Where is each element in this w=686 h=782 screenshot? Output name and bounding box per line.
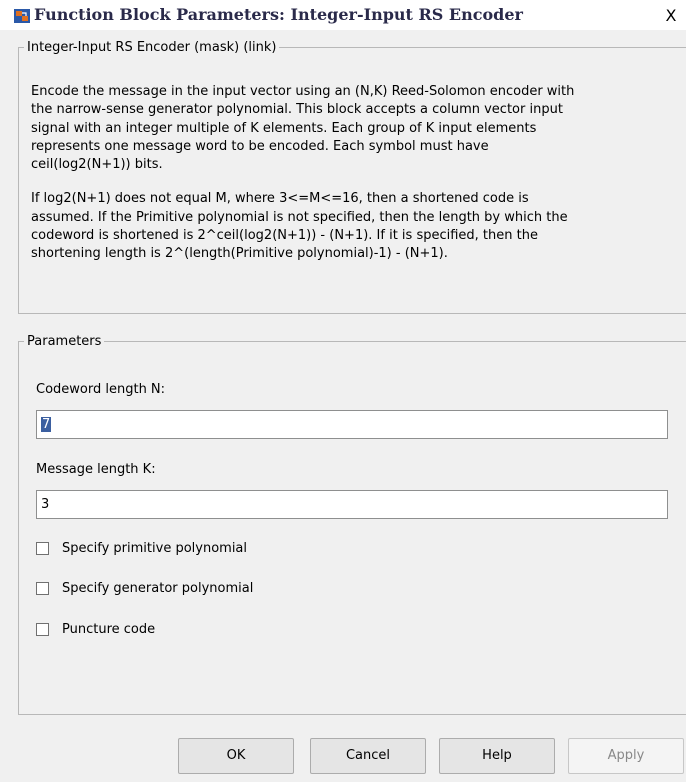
description-line: If log2(N+1) does not equal M, where 3<=… <box>31 191 529 207</box>
codeword-length-input[interactable]: 7 <box>36 410 668 439</box>
description-paragraph-1: Encode the message in the input vector u… <box>31 83 681 174</box>
close-icon: X <box>665 6 677 25</box>
window-title: Function Block Parameters: Integer-Input… <box>34 5 523 24</box>
message-length-label: Message length K: <box>36 462 156 477</box>
description-legend: Integer-Input RS Encoder (mask) (link) <box>27 40 277 55</box>
description-text: Encode the message in the input vector u… <box>31 83 681 280</box>
message-length-value: 3 <box>41 497 50 512</box>
codeword-length-label: Codeword length N: <box>36 382 166 397</box>
description-line: codeword is shortened is 2^ceil(log2(N+1… <box>31 228 538 244</box>
checkbox-icon <box>36 582 49 595</box>
apply-button[interactable]: Apply <box>568 738 684 774</box>
message-length-input[interactable]: 3 <box>36 490 668 519</box>
cancel-button[interactable]: Cancel <box>310 738 426 774</box>
description-paragraph-2: If log2(N+1) does not equal M, where 3<=… <box>31 190 681 263</box>
close-button[interactable]: X <box>660 6 682 26</box>
codeword-length-value: 7 <box>41 417 52 432</box>
description-line: signal with an integer multiple of K ele… <box>31 120 537 136</box>
description-panel: Integer-Input RS Encoder (mask) (link) E… <box>18 40 686 314</box>
description-line: assumed. If the Primitive polynomial is … <box>31 209 568 225</box>
description-line: Encode the message in the input vector u… <box>31 84 575 99</box>
dialog-window: Function Block Parameters: Integer-Input… <box>0 0 686 782</box>
checkbox-label: Specify primitive polynomial <box>62 541 248 556</box>
simulink-block-icon <box>14 9 30 23</box>
checkbox-label: Puncture code <box>62 622 156 637</box>
help-button[interactable]: Help <box>439 738 555 774</box>
description-line: ceil(log2(N+1)) bits. <box>31 157 163 173</box>
checkbox-icon <box>36 623 49 636</box>
description-line: shortening length is 2^(length(Primitive… <box>31 246 448 262</box>
ok-button[interactable]: OK <box>178 738 294 774</box>
description-line: represents one message word to be encode… <box>31 138 489 154</box>
checkbox-label: Specify generator polynomial <box>62 581 254 596</box>
parameters-legend: Parameters <box>27 334 102 349</box>
description-line: the narrow-sense generator polynomial. T… <box>31 102 563 118</box>
checkbox-icon <box>36 542 49 555</box>
title-bar[interactable]: Function Block Parameters: Integer-Input… <box>0 0 686 30</box>
